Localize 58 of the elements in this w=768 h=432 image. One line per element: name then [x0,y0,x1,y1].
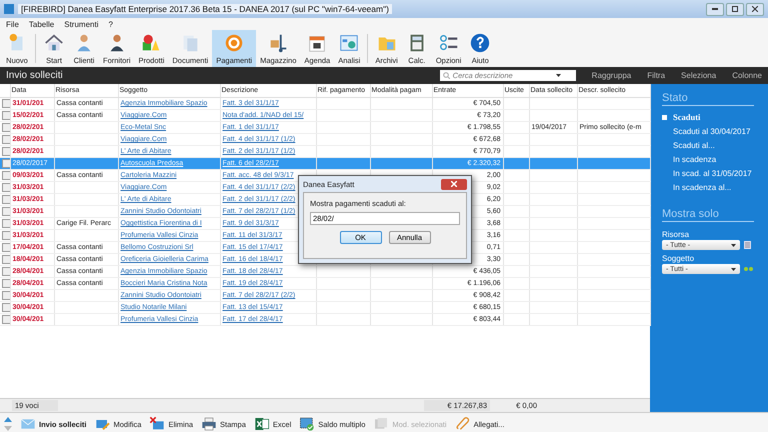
header-action[interactable]: Filtra [647,71,666,80]
row-checkbox[interactable] [2,111,9,120]
row-checkbox[interactable] [2,315,9,324]
minimize-icon [712,8,718,10]
status-filter-item[interactable]: In scadenza [662,152,768,166]
dropdown-icon [731,268,736,270]
filter-label: Risorsa [662,230,690,239]
list-icon[interactable] [744,241,751,249]
window-title: [FIREBIRD] Danea Easyfatt Enterprise 2017.36 Beta 15 - DANEA 2017 (sul PC "win7-64-veeam") [18,4,392,14]
maximize-button[interactable] [726,2,744,16]
row-checkbox[interactable] [2,291,9,300]
row-checkbox[interactable] [2,303,9,312]
row-checkbox[interactable] [2,171,9,180]
close-icon [451,181,457,187]
collapse-arrows-icon[interactable] [4,416,12,432]
row-checkbox[interactable] [2,231,9,240]
filter-label: Soggetto [662,254,696,263]
row-checkbox[interactable] [2,195,9,204]
row-checkbox[interactable] [2,219,9,228]
maximize-icon [732,6,738,12]
menu-item[interactable]: Strumenti [64,20,98,28]
row-checkbox[interactable] [2,183,9,192]
menu-item[interactable]: ? [108,20,113,28]
close-icon [752,6,758,12]
status-filter-item[interactable]: Scaduti [662,110,768,124]
menu-item[interactable]: Tabelle [28,20,54,28]
close-button[interactable] [441,178,467,190]
paperclip-icon [454,416,471,432]
chart-window-icon [338,32,360,54]
header-action[interactable]: Raggruppa [592,71,632,80]
row-checkbox[interactable] [2,159,9,168]
delete-icon [149,416,166,432]
row-checkbox[interactable] [2,255,9,264]
row-checkbox[interactable] [2,99,9,108]
section-title: Mostra solo [662,208,754,222]
app-icon [4,4,14,14]
search-icon [442,72,450,79]
header-action[interactable]: Seleziona [681,71,716,80]
dropdown-icon [731,244,736,246]
row-checkbox[interactable] [2,147,9,156]
row-checkbox[interactable] [2,243,9,252]
row-checkbox[interactable] [2,267,9,276]
header-action[interactable]: Colonne [732,71,762,80]
row-checkbox[interactable] [2,279,9,288]
menu-item[interactable]: File [6,20,19,28]
people-icon[interactable] [744,267,753,271]
dropdown-icon [556,74,561,77]
status-filter-item[interactable]: Scaduti al... [662,138,768,152]
close-button[interactable] [746,2,764,16]
status-filter-item[interactable]: In scad. al 31/05/2017 [662,166,768,180]
status-filter-item[interactable]: In scadenza al... [662,180,768,194]
row-checkbox[interactable] [2,207,9,216]
row-checkbox[interactable] [2,135,9,144]
status-filter-item[interactable]: Scaduti al 30/04/2017 [662,124,768,138]
row-checkbox[interactable] [2,123,9,132]
view-title: Invio solleciti [6,70,63,81]
section-title: Stato [662,92,754,106]
minimize-button[interactable] [706,2,724,16]
